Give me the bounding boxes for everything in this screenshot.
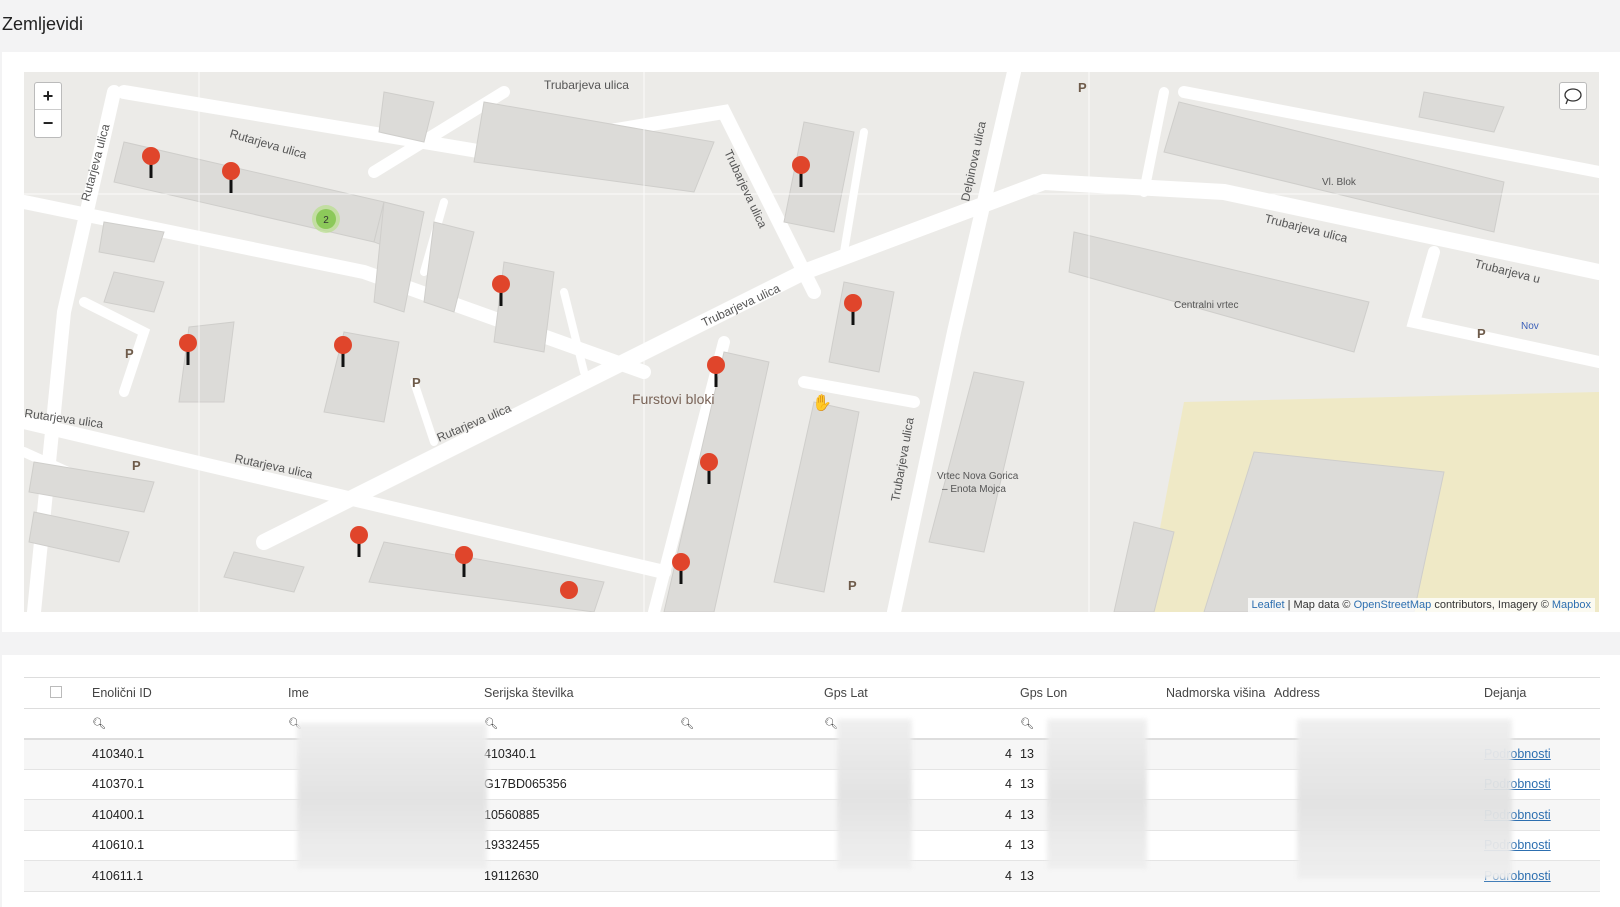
column-header[interactable]: Serijska številka <box>480 677 676 709</box>
street-label: Trubarjeva ulica <box>888 416 917 502</box>
osm-link[interactable]: OpenStreetMap <box>1354 599 1432 611</box>
serial-cell: 10560885 <box>480 799 676 831</box>
cluster-count: 2 <box>323 215 329 226</box>
parking-label: P <box>125 346 134 361</box>
parking-label: P <box>1078 80 1087 95</box>
lasso-button[interactable] <box>1559 82 1587 110</box>
column-header[interactable]: Ime <box>284 677 480 709</box>
parking-label: P <box>132 458 141 473</box>
column-header[interactable]: Enolični ID <box>88 677 284 709</box>
serial-cell: G17BD065356 <box>480 769 676 800</box>
place-label: Nov <box>1521 321 1539 332</box>
place-label: Vl. Blok <box>1322 177 1357 188</box>
serial-cell: 19112630 <box>480 860 676 892</box>
map-marker-icon <box>350 526 368 557</box>
column-header[interactable]: Gps Lon <box>1016 677 1162 709</box>
page-title: Zemljevidi <box>2 14 84 34</box>
serial-cell: 410340.1 <box>480 738 676 770</box>
id-cell: 410370.1 <box>88 769 284 800</box>
zoom-in-button[interactable]: + <box>35 83 61 110</box>
table-card: Enolični ID Ime Serijska številka Gps La… <box>2 655 1620 907</box>
attribution-text: | Map data © <box>1284 599 1354 611</box>
column-header: Dejanja <box>1480 677 1600 709</box>
redacted-region <box>297 723 487 869</box>
id-cell: 410610.1 <box>88 830 284 861</box>
map[interactable]: Trubarjeva ulica Rutarjeva ulica Rutarje… <box>24 72 1599 612</box>
column-header[interactable]: Address <box>1270 677 1480 709</box>
id-cell: 410340.1 <box>88 738 284 770</box>
leaflet-link[interactable]: Leaflet <box>1252 599 1285 611</box>
table-header-row: Enolični ID Ime Serijska številka Gps La… <box>24 677 1600 709</box>
marker-cluster[interactable]: 2 <box>312 205 340 233</box>
id-cell: 410611.1 <box>88 860 284 892</box>
street-label: Rutarjeva ulica <box>228 126 308 161</box>
place-label: Vrtec Nova Gorica <box>937 471 1019 482</box>
column-header[interactable]: Nadmorska višina <box>1162 677 1270 709</box>
search-icon[interactable]: 🔍︎ <box>680 718 694 730</box>
street-label: Trubarjeva ulica <box>699 281 782 330</box>
parking-label: P <box>1477 326 1486 341</box>
zoom-out-button[interactable]: − <box>35 110 61 137</box>
redacted-region <box>1297 719 1512 879</box>
search-icon[interactable]: 🔍︎ <box>92 718 106 730</box>
street-label: Trubarjeva ulica <box>544 78 629 92</box>
serial-cell: 19332455 <box>480 830 676 861</box>
place-label: Centralni vrtec <box>1174 300 1238 311</box>
redacted-region <box>837 719 912 869</box>
place-label: Furstovi bloki <box>632 391 714 407</box>
search-icon[interactable]: 🔍︎ <box>1020 718 1034 730</box>
mapbox-link[interactable]: Mapbox <box>1552 599 1591 611</box>
column-header[interactable]: Gps Lat <box>820 677 1016 709</box>
id-cell: 410400.1 <box>88 799 284 831</box>
hand-cursor-icon: ✋ <box>812 393 832 412</box>
zoom-control: + − <box>34 82 62 138</box>
map-attribution: Leaflet | Map data © OpenStreetMap contr… <box>1247 598 1595 612</box>
redacted-region <box>1047 719 1147 869</box>
select-all-checkbox[interactable] <box>50 685 62 698</box>
attribution-text: contributors, Imagery © <box>1431 599 1552 611</box>
search-icon[interactable]: 🔍︎ <box>824 718 838 730</box>
map-card: Trubarjeva ulica Rutarjeva ulica Rutarje… <box>2 52 1620 632</box>
parking-label: P <box>848 578 857 593</box>
map-tiles: Trubarjeva ulica Rutarjeva ulica Rutarje… <box>24 72 1599 612</box>
parking-label: P <box>412 375 421 390</box>
map-marker-icon <box>560 581 578 599</box>
place-label: – Enota Mojca <box>942 484 1006 495</box>
lasso-icon <box>1564 88 1582 105</box>
